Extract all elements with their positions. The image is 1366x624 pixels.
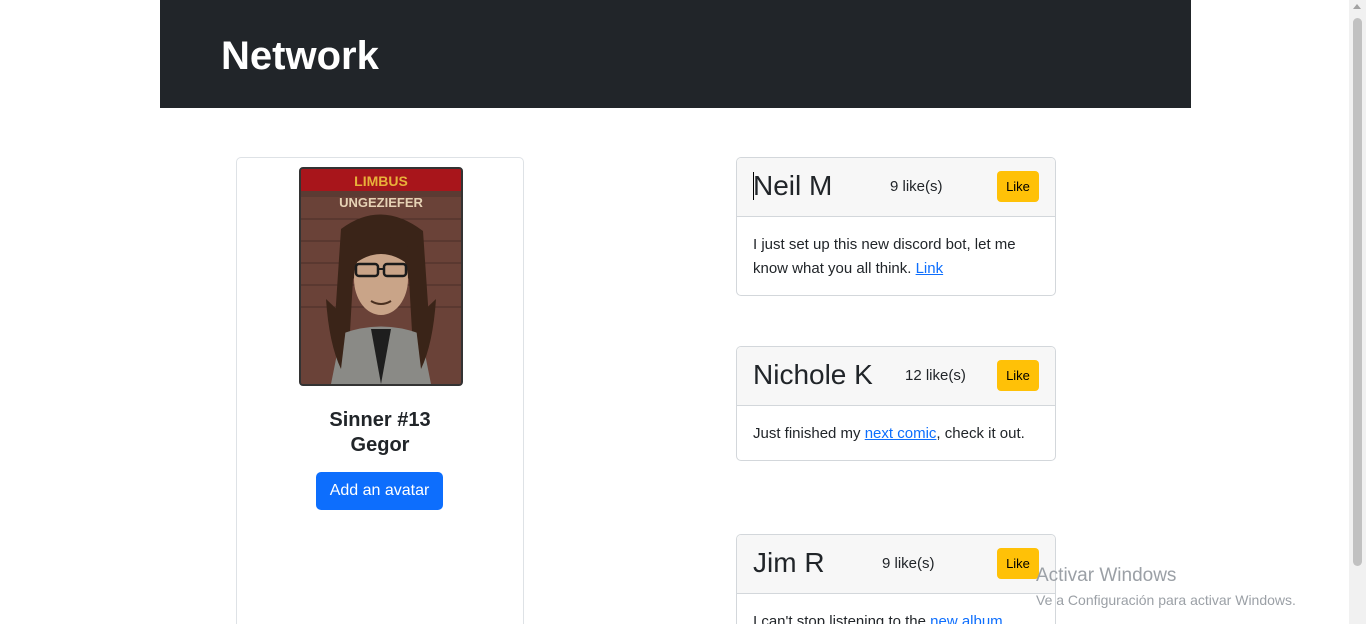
post-text: Just finished my: [753, 425, 865, 442]
post-header: Nichole K 12 like(s) Like: [737, 347, 1055, 406]
text-caret: [753, 172, 754, 200]
profile-name-line2: Gegor: [350, 434, 410, 456]
add-avatar-button[interactable]: Add an avatar: [316, 472, 443, 510]
post-header: Jim R 9 like(s) Like: [737, 535, 1055, 594]
post-text-after: , check it out.: [936, 425, 1025, 442]
post-author[interactable]: Neil M: [753, 168, 832, 204]
watermark-title: Activar Windows: [1036, 565, 1177, 586]
scrollbar-thumb[interactable]: [1353, 18, 1362, 566]
avatar: LIMBUS UNGEZIEFER: [299, 167, 463, 386]
avatar-poster-title: LIMBUS: [354, 173, 408, 189]
post-card: Neil M 9 like(s) Like I just set up this…: [736, 157, 1056, 296]
post-link[interactable]: Link: [916, 260, 944, 277]
post-body: Just finished my next comic, check it ou…: [737, 406, 1055, 460]
profile-card: LIMBUS UNGEZIEFER Sinner #13 Gegor Add a…: [236, 157, 524, 624]
avatar-poster-subtitle: UNGEZIEFER: [339, 195, 423, 210]
like-button[interactable]: Like: [997, 548, 1039, 579]
profile-name: Sinner #13 Gegor: [237, 408, 523, 458]
post-text: I can't stop listening to the: [753, 613, 931, 624]
post-card: Jim R 9 like(s) Like I can't stop listen…: [736, 534, 1056, 624]
scroll-up-arrow-icon[interactable]: [1353, 4, 1361, 9]
navbar: Network: [160, 0, 1191, 108]
watermark-subtitle: Ve a Configuración para activar Windows.: [1036, 592, 1296, 608]
like-button[interactable]: Like: [997, 171, 1039, 202]
post-body: I can't stop listening to the new album: [737, 594, 1055, 624]
page: Network LIMBUS UNGEZIEFER Sinner #13 Geg…: [0, 0, 1366, 624]
like-button[interactable]: Like: [997, 360, 1039, 391]
windows-activation-watermark: Activar Windows Ve a Configuración para …: [1036, 564, 1296, 610]
post-link[interactable]: new album: [930, 613, 1003, 624]
post-likes-count: 9 like(s): [882, 555, 935, 572]
profile-name-line1: Sinner #13: [329, 409, 431, 431]
post-likes-count: 9 like(s): [890, 178, 943, 195]
post-author[interactable]: Nichole K: [753, 357, 873, 393]
post-link[interactable]: next comic: [865, 425, 937, 442]
vertical-scrollbar[interactable]: [1349, 0, 1366, 624]
post-header: Neil M 9 like(s) Like: [737, 158, 1055, 217]
post-card: Nichole K 12 like(s) Like Just finished …: [736, 346, 1056, 461]
avatar-image: LIMBUS UNGEZIEFER: [301, 169, 461, 384]
post-likes-count: 12 like(s): [905, 367, 966, 384]
brand-title[interactable]: Network: [221, 32, 379, 80]
post-author[interactable]: Jim R: [753, 545, 825, 581]
post-text: I just set up this new discord bot, let …: [753, 236, 1016, 277]
post-body: I just set up this new discord bot, let …: [737, 217, 1055, 295]
